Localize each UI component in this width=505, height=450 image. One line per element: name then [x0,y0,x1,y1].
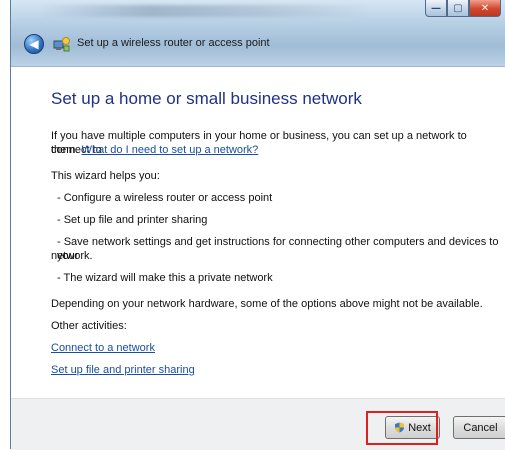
window-frame: — ▢ ✕ ◀ Set up a wireless router or acce… [10,0,505,450]
bullet-item-continuation: network. [51,250,93,262]
background-window-titlebar [41,5,371,17]
close-button[interactable]: ✕ [469,0,501,17]
file-printer-sharing-link[interactable]: Set up file and printer sharing [51,363,195,377]
network-wizard-icon [53,37,70,52]
page-title: Set up a home or small business network [51,89,362,108]
cancel-button[interactable]: Cancel [453,416,505,439]
intro-text-prefix: them. [51,144,79,156]
depending-note: Depending on your network hardware, some… [51,298,483,310]
bullet-item: - Configure a wireless router or access … [57,192,273,204]
minimize-button[interactable]: — [425,0,447,17]
bullet-item: - The wizard will make this a private ne… [57,272,273,284]
title-bar: — ▢ ✕ ◀ Set up a wireless router or acce… [11,0,505,66]
bullet-item: - Save network settings and get instruct… [57,236,499,262]
cancel-button-label: Cancel [463,421,498,434]
maximize-button[interactable]: ▢ [447,0,469,17]
bullet-item: - Set up file and printer sharing [57,214,208,226]
wizard-title: Set up a wireless router or access point [77,37,270,49]
back-arrow-icon: ◀ [29,37,39,51]
intro-text-line2: them. What do I need to set up a network… [51,143,258,157]
connect-to-network-link[interactable]: Connect to a network [51,341,155,355]
other-activities-label: Other activities: [51,320,127,332]
window-controls: — ▢ ✕ [425,0,501,17]
back-button[interactable]: ◀ [24,34,44,54]
wizard-content: Set up a home or small business network … [11,66,505,399]
next-button-highlight [366,411,438,445]
network-help-link[interactable]: What do I need to set up a network? [82,144,259,156]
wizard-helps-label: This wizard helps you: [51,170,160,182]
